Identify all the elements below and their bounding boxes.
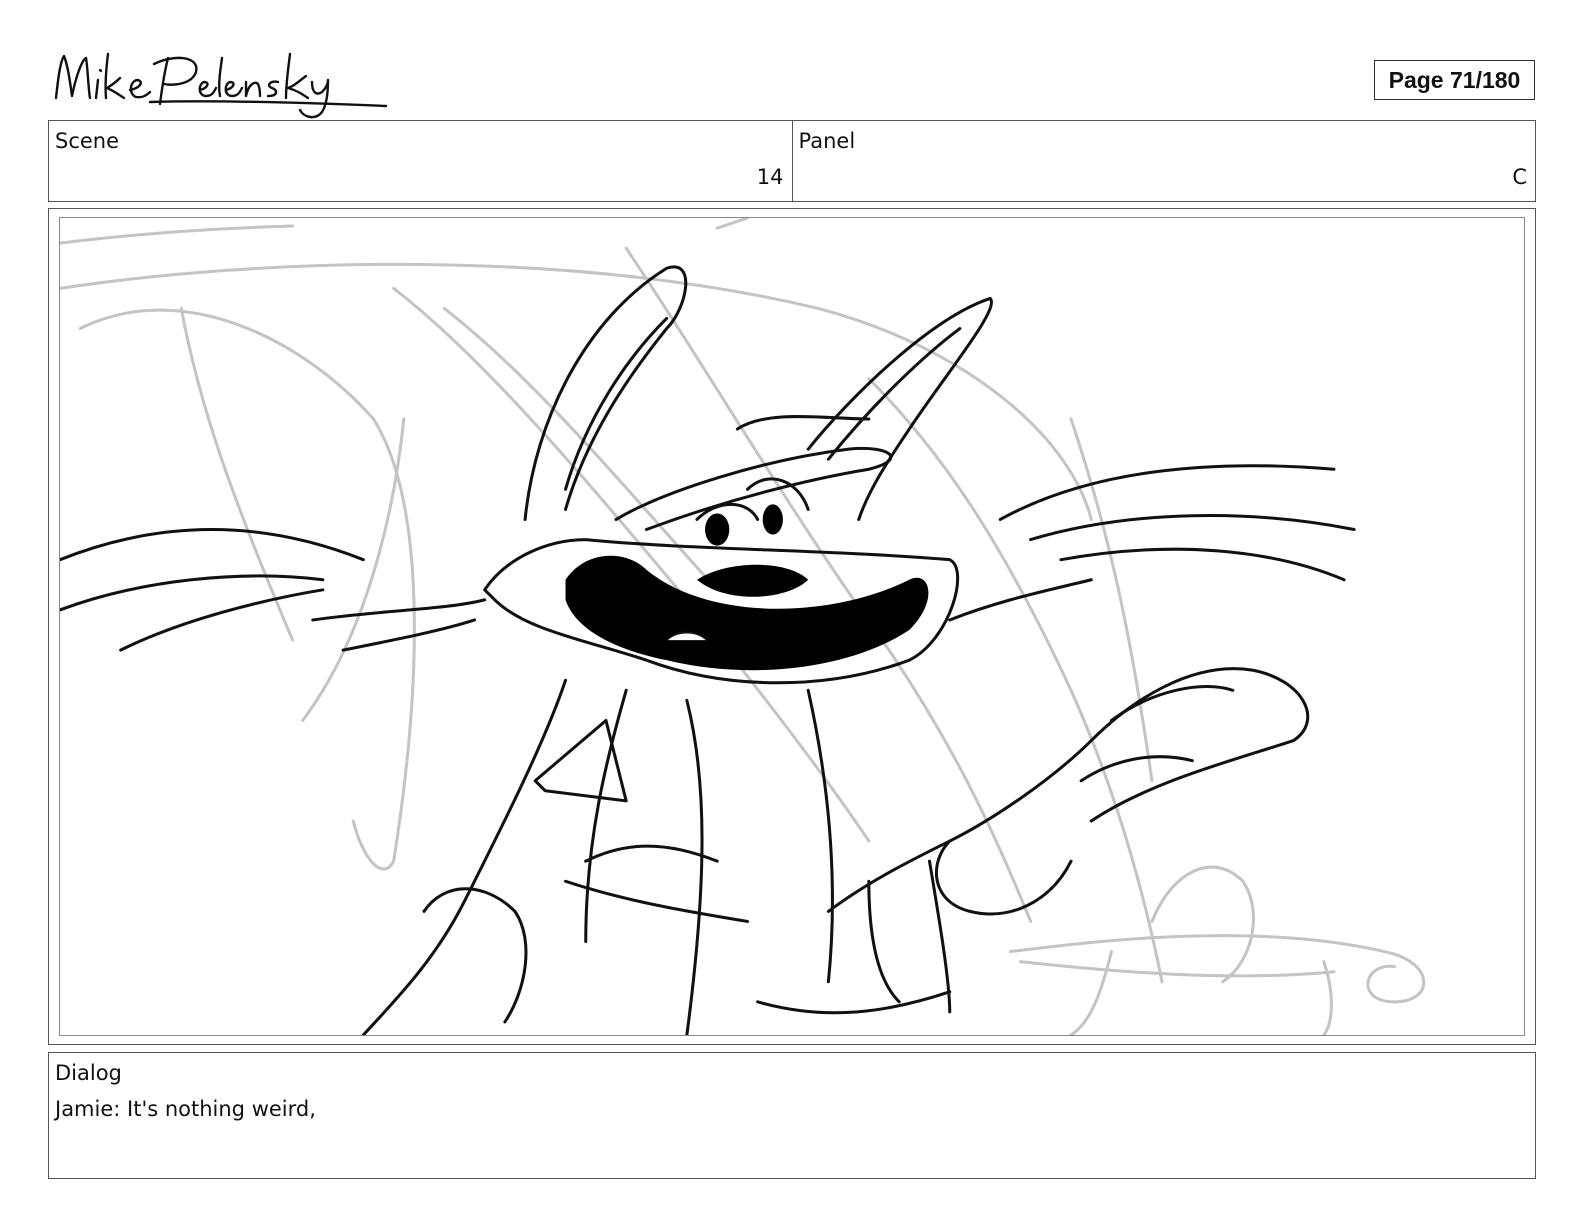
panel-cell: Panel C — [791, 121, 1536, 201]
scene-value: 14 — [756, 165, 784, 189]
page-label: Page — [1388, 66, 1444, 93]
scene-label: Scene — [55, 129, 120, 153]
panel-label: Panel — [798, 129, 856, 153]
dialog-text: Jamie: It's nothing weird, — [55, 1097, 316, 1121]
artist-signature — [54, 52, 388, 119]
page-indicator: Page 71/180 — [1374, 60, 1535, 100]
cat-sketch-drawing — [60, 218, 1426, 1035]
page-number: 71/180 — [1450, 66, 1521, 93]
panel-value: C — [1512, 165, 1527, 189]
scene-cell: Scene 14 — [49, 121, 792, 201]
dialog-section: Dialog Jamie: It's nothing weird, — [48, 1052, 1536, 1179]
scene-panel-row: Scene 14 Panel C — [48, 120, 1536, 202]
dialog-label: Dialog — [55, 1061, 122, 1085]
storyboard-panel-frame — [48, 208, 1536, 1045]
storyboard-image — [59, 217, 1525, 1036]
